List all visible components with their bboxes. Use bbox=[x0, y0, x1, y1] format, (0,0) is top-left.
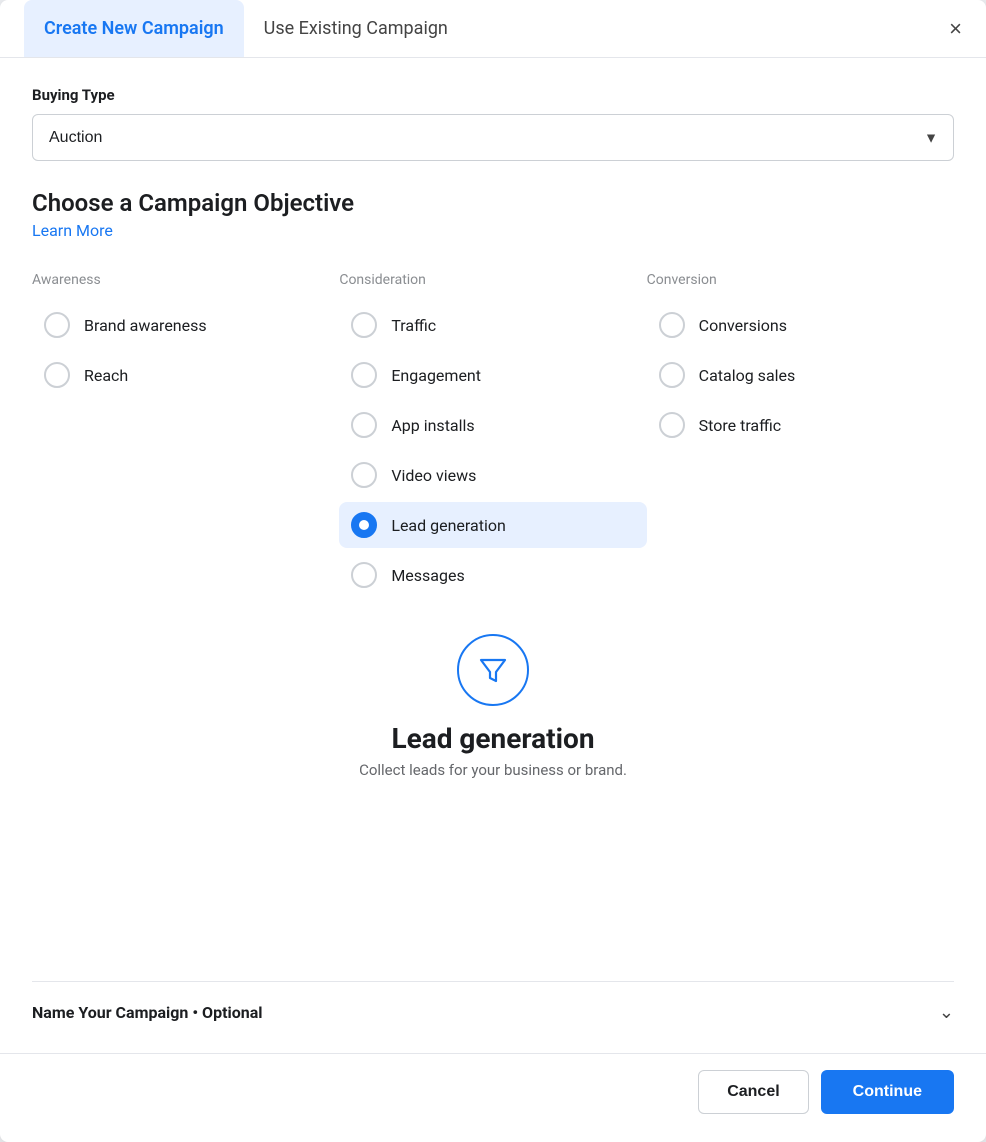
modal-header: Create New Campaign Use Existing Campaig… bbox=[0, 0, 986, 58]
chevron-down-icon: ⌄ bbox=[939, 1002, 954, 1023]
consideration-category-label: Consideration bbox=[339, 272, 646, 288]
obj-label-traffic: Traffic bbox=[391, 316, 436, 335]
obj-item-engagement[interactable]: Engagement bbox=[339, 352, 646, 398]
tab-create-new-campaign[interactable]: Create New Campaign bbox=[24, 0, 244, 57]
obj-item-app-installs[interactable]: App installs bbox=[339, 402, 646, 448]
selected-objective-title: Lead generation bbox=[391, 722, 594, 755]
obj-item-video-views[interactable]: Video views bbox=[339, 452, 646, 498]
radio-store-traffic bbox=[659, 412, 685, 438]
obj-label-catalog-sales: Catalog sales bbox=[699, 366, 796, 385]
close-button[interactable]: × bbox=[949, 18, 962, 40]
radio-catalog-sales bbox=[659, 362, 685, 388]
campaign-objective-section: Choose a Campaign Objective Learn More A… bbox=[32, 189, 954, 602]
selected-objective-description: Collect leads for your business or brand… bbox=[359, 761, 627, 779]
tab-use-existing-campaign[interactable]: Use Existing Campaign bbox=[244, 0, 468, 57]
radio-video-views bbox=[351, 462, 377, 488]
obj-label-brand-awareness: Brand awareness bbox=[84, 316, 207, 335]
obj-item-messages[interactable]: Messages bbox=[339, 552, 646, 598]
obj-item-reach[interactable]: Reach bbox=[32, 352, 339, 398]
obj-item-traffic[interactable]: Traffic bbox=[339, 302, 646, 348]
objective-grid: Awareness Brand awareness Reach Consider… bbox=[32, 272, 954, 602]
obj-item-brand-awareness[interactable]: Brand awareness bbox=[32, 302, 339, 348]
buying-type-select[interactable]: Auction Reach and Frequency bbox=[32, 114, 954, 161]
obj-item-lead-generation[interactable]: Lead generation bbox=[339, 502, 646, 548]
awareness-column: Awareness Brand awareness Reach bbox=[32, 272, 339, 602]
radio-traffic bbox=[351, 312, 377, 338]
obj-label-lead-generation: Lead generation bbox=[391, 516, 505, 535]
obj-label-conversions: Conversions bbox=[699, 316, 787, 335]
obj-item-conversions[interactable]: Conversions bbox=[647, 302, 954, 348]
name-campaign-label: Name Your Campaign • Optional bbox=[32, 1003, 263, 1022]
radio-app-installs bbox=[351, 412, 377, 438]
obj-label-app-installs: App installs bbox=[391, 416, 474, 435]
name-campaign-section[interactable]: Name Your Campaign • Optional ⌄ bbox=[32, 981, 954, 1033]
conversion-column: Conversion Conversions Catalog sales Sto… bbox=[647, 272, 954, 602]
radio-messages bbox=[351, 562, 377, 588]
cancel-button[interactable]: Cancel bbox=[698, 1070, 808, 1114]
radio-conversions bbox=[659, 312, 685, 338]
consideration-column: Consideration Traffic Engagement App ins… bbox=[339, 272, 646, 602]
obj-label-engagement: Engagement bbox=[391, 366, 481, 385]
obj-label-messages: Messages bbox=[391, 566, 464, 585]
modal-body: Buying Type Auction Reach and Frequency … bbox=[0, 58, 986, 1053]
buying-type-label: Buying Type bbox=[32, 86, 954, 104]
conversion-category-label: Conversion bbox=[647, 272, 954, 288]
radio-brand-awareness bbox=[44, 312, 70, 338]
obj-label-video-views: Video views bbox=[391, 466, 476, 485]
obj-label-store-traffic: Store traffic bbox=[699, 416, 782, 435]
radio-lead-generation bbox=[351, 512, 377, 538]
continue-button[interactable]: Continue bbox=[821, 1070, 954, 1114]
funnel-icon bbox=[475, 652, 511, 688]
objective-title: Choose a Campaign Objective bbox=[32, 189, 954, 217]
obj-item-store-traffic[interactable]: Store traffic bbox=[647, 402, 954, 448]
awareness-category-label: Awareness bbox=[32, 272, 339, 288]
buying-type-dropdown-wrapper: Auction Reach and Frequency ▼ bbox=[32, 114, 954, 161]
radio-engagement bbox=[351, 362, 377, 388]
lead-generation-icon-circle bbox=[457, 634, 529, 706]
buying-type-section: Buying Type Auction Reach and Frequency … bbox=[32, 86, 954, 189]
modal-footer: Cancel Continue bbox=[0, 1053, 986, 1142]
modal-create-campaign: Create New Campaign Use Existing Campaig… bbox=[0, 0, 986, 1142]
learn-more-link[interactable]: Learn More bbox=[32, 221, 113, 240]
radio-reach bbox=[44, 362, 70, 388]
obj-item-catalog-sales[interactable]: Catalog sales bbox=[647, 352, 954, 398]
selected-objective-display: Lead generation Collect leads for your b… bbox=[32, 634, 954, 779]
obj-label-reach: Reach bbox=[84, 366, 128, 385]
